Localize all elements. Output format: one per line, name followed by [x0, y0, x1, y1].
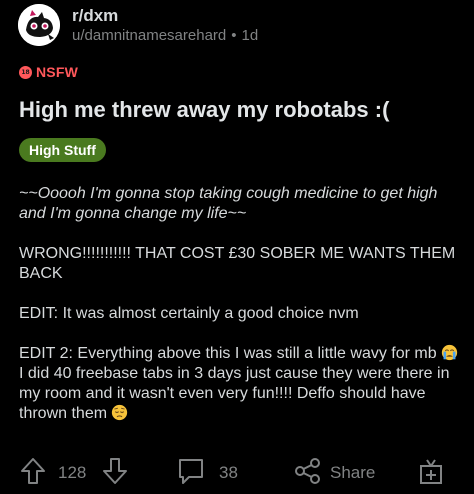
avatar-cat-icon: [18, 4, 60, 46]
share-icon[interactable]: [294, 456, 322, 486]
author-line: u/damnitnamesarehard • 1d: [72, 26, 258, 46]
separator-dot: •: [231, 26, 237, 44]
downvote-icon[interactable]: [101, 456, 129, 486]
post-flair[interactable]: High Stuff: [19, 138, 106, 162]
post-header: r/dxm u/damnitnamesarehard • 1d: [18, 4, 458, 46]
nsfw-label: NSFW: [36, 64, 79, 80]
body-text: EDIT 2: Everything above this I was stil…: [19, 345, 442, 362]
upvote-icon[interactable]: [19, 456, 47, 486]
comment-count: 38: [219, 463, 238, 482]
body-text: EDIT: It was almost certainly a good cho…: [19, 305, 359, 322]
body-text: WRONG!!!!!!!!!!! THAT COST £30 SOBER ME …: [19, 245, 460, 282]
share-label[interactable]: Share: [330, 463, 375, 483]
subreddit-name[interactable]: r/dxm: [72, 5, 258, 26]
post-age: 1d: [241, 26, 259, 44]
body-text: ~~Ooooh I'm gonna stop taking cough medi…: [19, 185, 442, 222]
crying-emoji-icon: [441, 344, 458, 361]
nsfw-tag: 18 NSFW: [19, 64, 78, 80]
subreddit-avatar[interactable]: [18, 4, 60, 46]
nsfw-icon: 18: [19, 65, 32, 79]
post-footer: 128 38 Share: [0, 456, 474, 490]
award-icon[interactable]: [417, 456, 445, 486]
body-paragraph: EDIT: It was almost certainly a good cho…: [19, 304, 459, 324]
pensive-emoji-icon: [112, 404, 128, 421]
post-title: High me threw away my robotabs :(: [19, 97, 390, 122]
body-paragraph: WRONG!!!!!!!!!!! THAT COST £30 SOBER ME …: [19, 244, 459, 284]
nsfw-badge-number: 18: [21, 68, 30, 76]
body-paragraph: EDIT 2: Everything above this I was stil…: [19, 344, 459, 424]
comment-icon[interactable]: [177, 456, 205, 486]
post-body: ~~Ooooh I'm gonna stop taking cough medi…: [19, 184, 459, 424]
body-paragraph: ~~Ooooh I'm gonna stop taking cough medi…: [19, 184, 459, 224]
upvote-count: 128: [58, 463, 87, 482]
post-meta: r/dxm u/damnitnamesarehard • 1d: [72, 5, 258, 46]
author-name[interactable]: u/damnitnamesarehard: [72, 26, 226, 46]
